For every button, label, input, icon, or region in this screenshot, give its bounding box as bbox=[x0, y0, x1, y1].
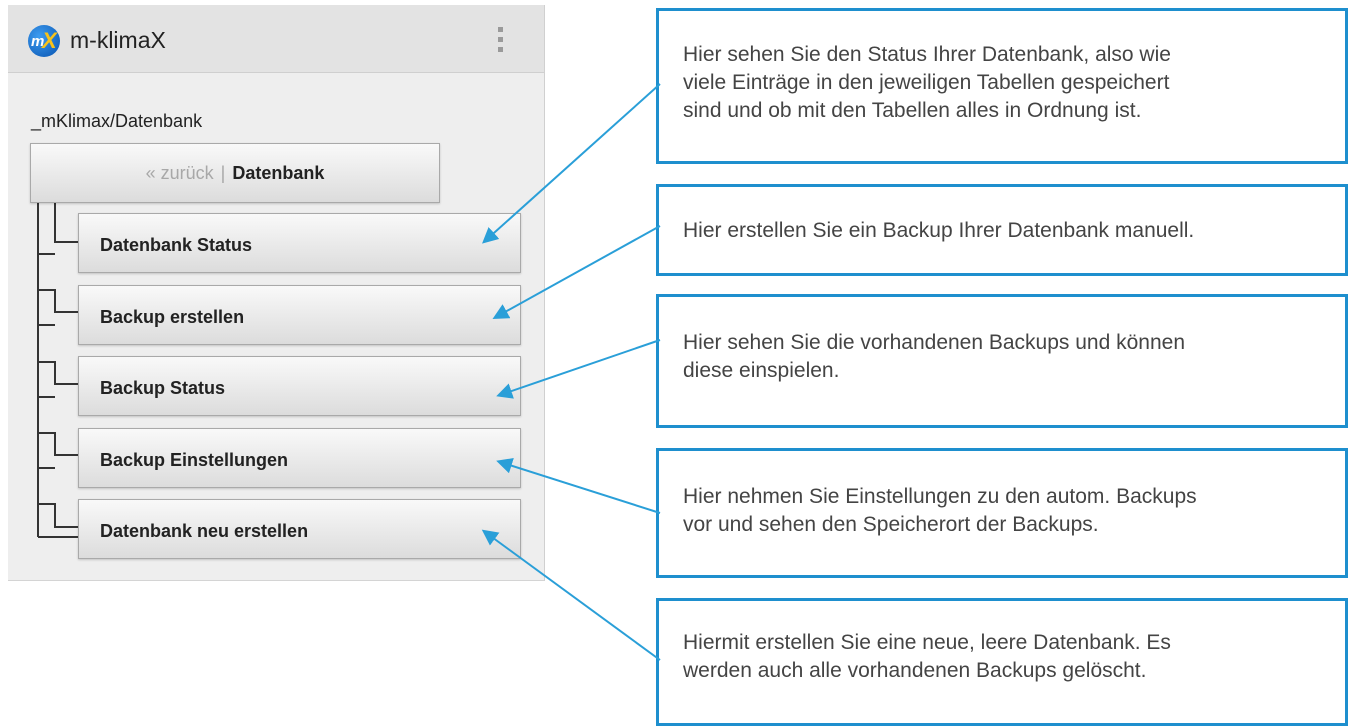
breadcrumb: _mKlimax/Datenbank bbox=[31, 111, 203, 131]
menu-item-datenbank-neu-erstellen[interactable]: Datenbank neu erstellen bbox=[78, 499, 521, 559]
menu-item-label: Backup Einstellungen bbox=[100, 450, 289, 470]
callout-backup-einstellungen: Hier nehmen Sie Einstellungen zu den aut… bbox=[656, 448, 1348, 578]
overflow-menu-icon[interactable] bbox=[498, 27, 504, 55]
menu-item-label: Backup Status bbox=[100, 378, 226, 398]
callout-backup-erstellen: Hier erstellen Sie ein Backup Ihrer Date… bbox=[656, 184, 1348, 276]
app-bar: m X m-klimaX bbox=[8, 5, 544, 73]
menu-item-backup-einstellungen[interactable]: Backup Einstellungen bbox=[78, 428, 521, 488]
tree-vertical-line-inner bbox=[54, 203, 56, 239]
app-panel: m X m-klimaX _mKlimax/Datenbank « zurück… bbox=[8, 5, 545, 581]
menu-item-label: Datenbank Status bbox=[100, 235, 253, 255]
menu-item-label: Backup erstellen bbox=[100, 307, 245, 327]
app-title: m-klimaX bbox=[70, 27, 166, 53]
callout-datenbank-neu-erstellen: Hiermit erstellen Sie eine neue, leere D… bbox=[656, 598, 1348, 726]
menu-item-label: Datenbank neu erstellen bbox=[100, 521, 309, 541]
callout-datenbank-status: Hier sehen Sie den Status Ihrer Datenban… bbox=[656, 8, 1348, 164]
tree-vertical-line-outer bbox=[37, 203, 39, 537]
menu-item-datenbank-status[interactable]: Datenbank Status bbox=[78, 213, 521, 273]
callout-backup-status: Hier sehen Sie die vorhandenen Backups u… bbox=[656, 294, 1348, 428]
app-logo: m X bbox=[28, 25, 60, 57]
back-link[interactable]: « zurück bbox=[146, 163, 214, 183]
menu-item-backup-status[interactable]: Backup Status bbox=[78, 356, 521, 416]
current-section: Datenbank bbox=[232, 163, 325, 183]
menu-item-backup-erstellen[interactable]: Backup erstellen bbox=[78, 285, 521, 345]
back-button[interactable]: « zurück | Datenbank bbox=[30, 143, 440, 203]
